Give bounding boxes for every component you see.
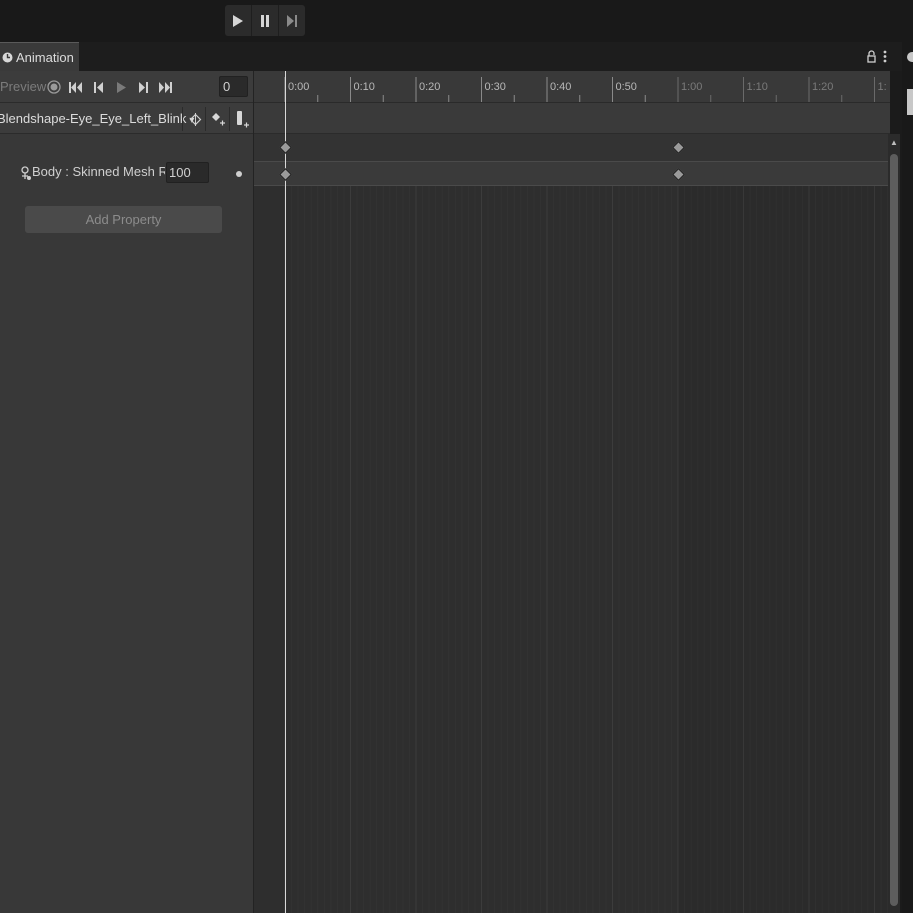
post-clip-shade: [678, 103, 890, 913]
step-button[interactable]: [278, 5, 305, 36]
first-key-button[interactable]: [65, 76, 87, 98]
clip-name: Blendshape-Eye_Eye_Left_Blink: [0, 111, 187, 126]
pause-button[interactable]: [251, 5, 278, 36]
timeline-grid: [284, 103, 890, 913]
add-property-button[interactable]: Add Property: [25, 206, 222, 233]
play-controls: [225, 5, 305, 36]
window-tab-strip: Animation: [0, 42, 902, 71]
animation-clock-icon: [2, 52, 13, 62]
event-track[interactable]: [254, 103, 890, 134]
property-value-input[interactable]: 100: [166, 162, 209, 183]
animation-hierarchy-panel: Preview 0 Blendshape-Eye_Eye_Left_Blink ▾: [0, 71, 253, 913]
filter-by-selection-button[interactable]: [182, 107, 207, 131]
playback-toolbar: Preview 0: [0, 71, 253, 103]
ruler-label: 1:10: [746, 81, 768, 93]
ruler-label: 0:10: [353, 81, 375, 93]
prev-key-button[interactable]: [88, 76, 110, 98]
add-keyframe-button[interactable]: [205, 107, 230, 131]
tab-animation[interactable]: Animation: [0, 42, 79, 71]
clip-selector-dropdown[interactable]: Blendshape-Eye_Eye_Left_Blink ▾: [0, 108, 194, 130]
skinned-mesh-icon: [21, 166, 31, 180]
scrollbar-thumb[interactable]: [890, 154, 898, 906]
next-key-icon: [139, 81, 148, 93]
play-button[interactable]: [225, 5, 251, 36]
step-icon: [286, 14, 297, 27]
record-icon: [47, 80, 61, 94]
ruler-label: 0:00: [288, 81, 310, 93]
time-ruler[interactable]: 0:00 0:10 0:20 0:30 0:40 0:50 1:00 1:10 1:20 1:: [254, 71, 890, 103]
prev-key-icon: [94, 81, 103, 93]
filter-by-selection-icon: [189, 112, 201, 126]
add-keyframe-icon: [212, 113, 225, 126]
play-icon: [116, 81, 126, 93]
clip-toolbar: Blendshape-Eye_Eye_Left_Blink ▾: [0, 103, 253, 134]
property-label: Body : Skinned Mesh Renc: [32, 164, 165, 179]
property-row[interactable]: Body : Skinned Mesh Renc 100: [0, 159, 253, 189]
playhead-line[interactable]: [285, 71, 286, 913]
dopesheet-timeline[interactable]: 0:00 0:10 0:20 0:30 0:40 0:50 1:00 1:10 1:20 1:: [254, 71, 890, 913]
vertical-scrollbar[interactable]: ▲: [888, 134, 900, 913]
last-key-button[interactable]: [154, 76, 176, 98]
ruler-label: 1:20: [812, 81, 834, 93]
keyframe-toggle-dot[interactable]: [236, 171, 242, 177]
ruler-label: 1:: [877, 81, 887, 93]
scroll-up-arrow-icon[interactable]: ▲: [890, 138, 898, 147]
adjacent-window-edge: [902, 42, 913, 913]
pause-icon: [261, 14, 269, 27]
property-track[interactable]: [254, 161, 890, 186]
add-event-button[interactable]: [229, 107, 254, 131]
tab-title: Animation: [16, 49, 74, 65]
summary-track[interactable]: [254, 134, 890, 161]
ruler-ticks: [284, 77, 875, 102]
ruler-label: 0:20: [419, 81, 441, 93]
last-key-icon: [159, 81, 172, 93]
next-key-button[interactable]: [132, 76, 154, 98]
play-toolbar: [0, 0, 913, 42]
frame-input[interactable]: 0: [219, 76, 248, 97]
lock-icon[interactable]: [867, 50, 876, 63]
record-button[interactable]: [43, 76, 65, 98]
play-icon: [233, 14, 243, 27]
ruler-label: 1:00: [681, 81, 703, 93]
ruler-label: 0:40: [550, 81, 572, 93]
add-event-icon: [237, 110, 249, 127]
first-key-icon: [69, 81, 82, 93]
preview-toggle[interactable]: Preview: [0, 76, 46, 98]
play-clip-button[interactable]: [110, 76, 132, 98]
kebab-menu-icon[interactable]: [883, 50, 887, 63]
ruler-label: 0:30: [484, 81, 506, 93]
ruler-label: 0:50: [615, 81, 637, 93]
